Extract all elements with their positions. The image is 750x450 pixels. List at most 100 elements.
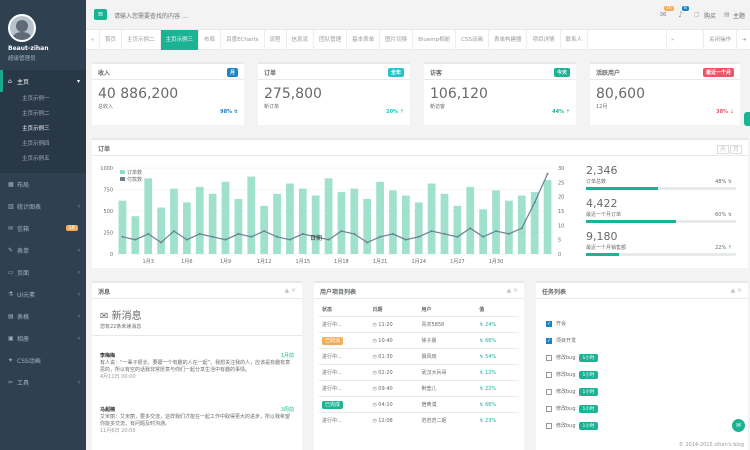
tab-item[interactable]: 信息流 <box>287 29 315 50</box>
month-button[interactable]: 月 <box>729 145 742 154</box>
line-point <box>237 232 240 235</box>
task-item[interactable]: 修改bug 1小时 <box>546 368 599 381</box>
line-point <box>404 238 407 241</box>
table-row[interactable]: 进行中... ◷ 02:20 武汉大兵哥 ↯ 12% <box>319 364 519 381</box>
x-tick-label: 1月3 <box>143 259 154 265</box>
tab-item[interactable]: 布局 <box>199 29 222 50</box>
task-checkbox[interactable]: ✓ <box>546 320 552 327</box>
sidebar-item-layout[interactable]: ▦ 布局 <box>0 173 86 195</box>
task-checkbox[interactable] <box>546 354 552 361</box>
day-button[interactable]: 天 <box>716 145 729 154</box>
panel-tools[interactable]: ▲ ✕ <box>730 287 742 294</box>
sidebar-item-label: 页面 <box>17 269 30 277</box>
legend-label: 付款数 <box>127 176 142 183</box>
kpi-label: 最近一个月订单 <box>586 212 622 218</box>
logout-icon[interactable]: ⇥ <box>736 29 750 50</box>
table-row[interactable]: 进行中... ◷ 11:20 青衣5858 ↯ 24% <box>319 316 519 333</box>
tab-item[interactable]: 项目详情 <box>527 29 561 50</box>
table-row[interactable]: 已取消 ◷ 10:40 徐子晨 ↯ 66% <box>319 332 519 349</box>
tab-item[interactable]: 团队管理 <box>314 29 348 50</box>
tab-item[interactable]: Bluemp相册 <box>413 29 457 50</box>
status-label: 进行中... <box>322 322 342 328</box>
sidebar-item-mail[interactable]: ✉ 信箱 16 <box>0 217 86 239</box>
sidebar-subitem-1[interactable]: 主页示例一 <box>0 92 86 107</box>
theme-link[interactable]: 主题 <box>733 11 745 20</box>
bell-icon[interactable]: ♪ <box>678 10 683 19</box>
status-cell: 已取消 <box>319 332 370 349</box>
task-checkbox[interactable] <box>546 388 552 395</box>
sidebar-item-pages[interactable]: ▭ 页面 ‹ <box>0 261 86 283</box>
user-role[interactable]: 超级管理员 <box>8 54 86 62</box>
task-checkbox[interactable] <box>546 422 552 429</box>
sidebar-item-ui[interactable]: ⚗ UI元素 ‹ <box>0 283 86 305</box>
chevron-left-icon: ‹ <box>77 202 80 210</box>
tab-close-menu[interactable]: 关闭操作 <box>702 30 736 50</box>
task-checkbox[interactable] <box>546 405 552 412</box>
task-item[interactable]: 修改bug 1小时 <box>546 419 599 432</box>
tab-item[interactable]: 基本表单 <box>347 29 381 50</box>
tab-item[interactable]: CSS动画 <box>456 29 489 50</box>
chart-annotation: 日期 <box>310 234 322 242</box>
tab-item[interactable]: 流程 <box>265 29 287 50</box>
sidebar-item-gallery[interactable]: ▣ 相册 ‹ <box>0 327 86 349</box>
settings-toggle-button[interactable] <box>744 112 750 126</box>
line-point <box>327 238 330 241</box>
task-item[interactable]: ✓ 开会 <box>546 317 566 330</box>
task-checkbox[interactable] <box>546 371 552 378</box>
task-item[interactable]: 修改bug 1小时 <box>546 402 599 415</box>
tab-home[interactable]: 首页 <box>100 29 123 50</box>
task-item[interactable]: ✓ 项目开发 <box>546 334 576 347</box>
sidebar-item-tools[interactable]: ✂ 工具 ‹ <box>0 371 86 393</box>
sidebar-item-charts[interactable]: ▥ 统计图表 ‹ <box>0 195 86 217</box>
sidebar-item-label: 工具 <box>17 379 30 387</box>
envelope-icon[interactable]: ✉ <box>660 10 667 19</box>
table-row[interactable]: 已完成 ◷ 04:10 宿黄漠 ↯ 66% <box>319 396 519 413</box>
bar <box>131 216 140 254</box>
menu-toggle-button[interactable]: ≡ <box>94 9 107 20</box>
sidebar-subitem-2[interactable]: 主页示例二 <box>0 107 86 122</box>
x-tick-label: 1月30 <box>489 259 504 265</box>
tab-item[interactable]: 百度ECharts <box>221 29 265 50</box>
bar <box>337 192 346 254</box>
tab-scroll-right-button[interactable]: » <box>666 29 678 50</box>
line-point <box>198 232 201 235</box>
sidebar-subitem-4[interactable]: 主页示例四 <box>0 137 86 152</box>
stat-label: 今天 <box>553 68 570 77</box>
message-item[interactable]: 马超楠 3周前 艾米丽：艾米丽，要多交流，这样我们才能在一起工作中取得更大的进步… <box>100 407 294 435</box>
tab-item[interactable]: 联系人 <box>561 29 589 50</box>
avatar[interactable] <box>8 14 36 42</box>
task-item[interactable]: 修改bug 1小时 <box>546 385 599 398</box>
tab-item[interactable]: 表单构建器 <box>489 29 528 50</box>
table-row[interactable]: 进行中... ◷ 09:40 荆莹儿 ↯ 22% <box>319 380 519 397</box>
legend-swatch <box>120 170 125 174</box>
x-tick-label: 1月9 <box>220 259 231 265</box>
panel-tools[interactable]: ▲ ✕ <box>284 287 296 294</box>
line-point <box>520 227 523 230</box>
tab-item-active[interactable]: 主页示例三 <box>160 29 200 50</box>
message-item[interactable]: 李梅梅 1月前 有人说：“一辈子很长，要跟一个有趣的人在一起”。我想关注我的人，… <box>100 353 294 381</box>
search-input[interactable] <box>114 10 274 22</box>
value-cell: ↯ 66% <box>476 396 519 413</box>
username[interactable]: Beaut-zihan <box>8 45 86 52</box>
task-item[interactable]: 修改bug 1小时 <box>546 351 599 364</box>
tab-item[interactable]: 图片切换 <box>380 29 414 50</box>
table-row[interactable]: 进行中... ◷ 12:08 范范范二妮 ↯ 23% <box>319 412 519 429</box>
chat-button[interactable]: ✉ <box>732 419 745 432</box>
date-cell: ◷ 12:08 <box>369 412 419 429</box>
tab-scroll-left-button[interactable]: « <box>86 29 100 50</box>
sidebar-item-tables[interactable]: ▤ 表格 ‹ <box>0 305 86 327</box>
bar <box>492 190 500 254</box>
value-text: 12% <box>485 369 497 376</box>
y2-tick-label: 5 <box>558 238 561 244</box>
bar <box>234 198 243 254</box>
sidebar-item-css[interactable]: ✦ CSS动画 <box>0 349 86 371</box>
sidebar-subitem-3[interactable]: 主页示例三 <box>0 122 86 137</box>
sidebar-subitem-5[interactable]: 主页示例五 <box>0 152 86 167</box>
buy-link[interactable]: 购买 <box>704 11 716 20</box>
sidebar-item-home[interactable]: ⌂ 主页 ▾ <box>0 70 86 92</box>
sidebar-item-forms[interactable]: ✎ 表单 ‹ <box>0 239 86 261</box>
task-checkbox[interactable]: ✓ <box>546 337 552 344</box>
table-row[interactable]: 进行中... ◷ 01:30 晨风晓 ↯ 54% <box>319 348 519 365</box>
tab-item[interactable]: 主页示例二 <box>122 29 161 50</box>
panel-tools[interactable]: ▲ ✕ <box>506 287 518 294</box>
